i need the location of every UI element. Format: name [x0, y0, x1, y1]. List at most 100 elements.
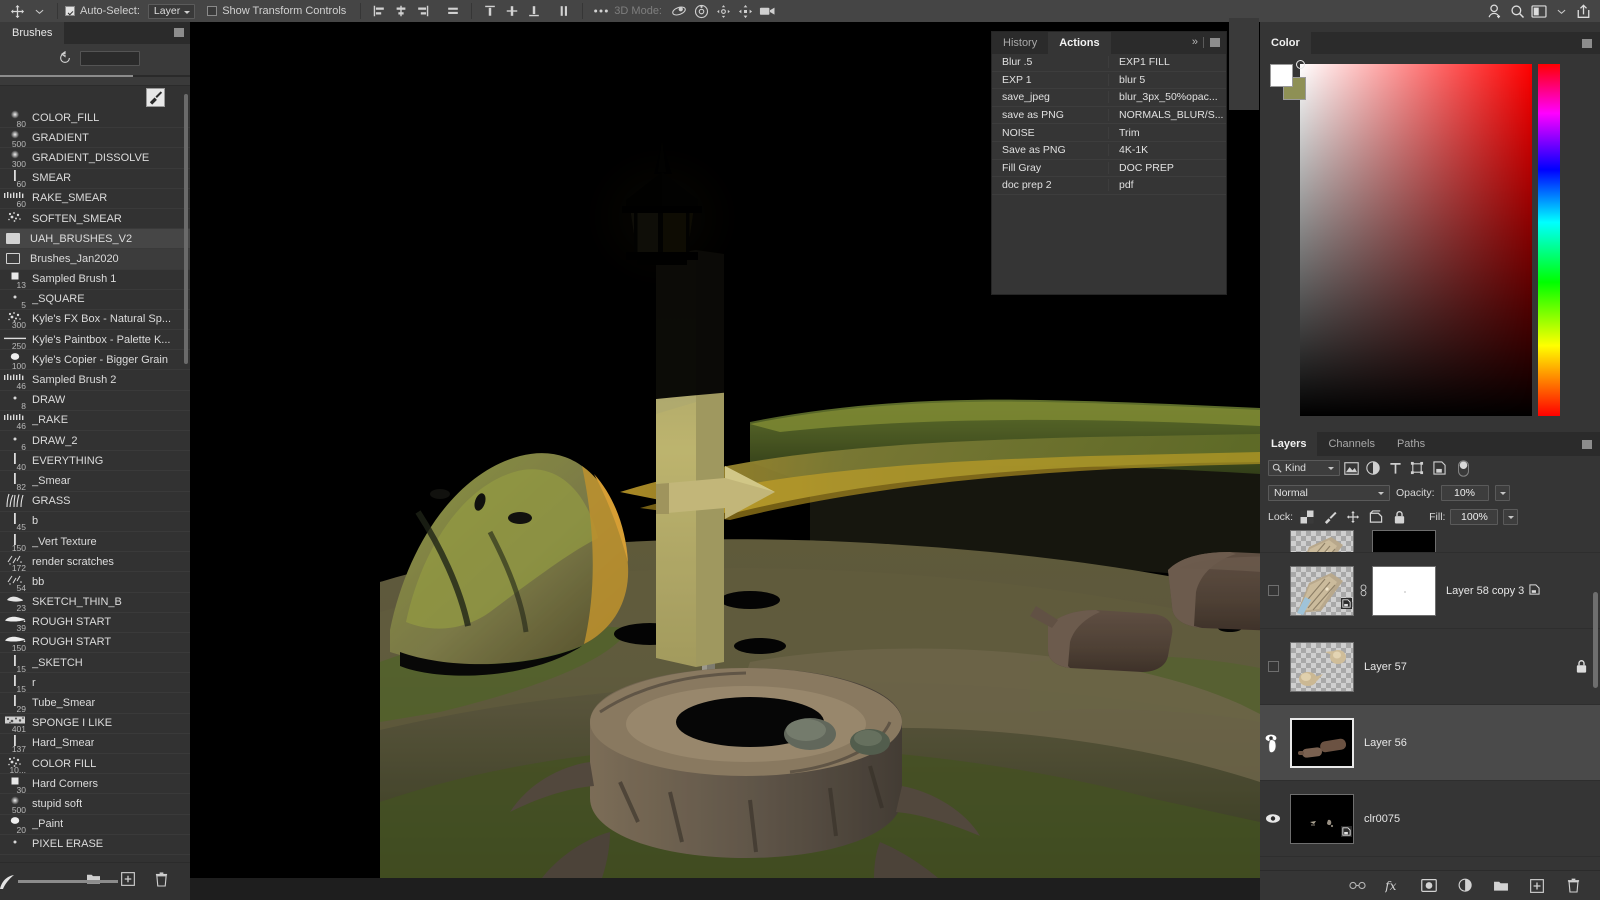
align-horizontal-centers-icon[interactable] — [390, 1, 412, 21]
layer-mask-thumbnail[interactable] — [1372, 530, 1436, 552]
layer-row[interactable] — [1260, 529, 1600, 553]
adjustment-layer-icon[interactable] — [1456, 877, 1474, 895]
brush-size-input[interactable] — [80, 51, 140, 66]
brush-list-item[interactable]: 45b — [0, 512, 190, 532]
action-row[interactable]: doc prep 2pdf — [992, 177, 1226, 195]
panel-menu-icon[interactable] — [1210, 38, 1220, 47]
distribute-vertical-centers-icon[interactable] — [501, 1, 523, 21]
fx-icon[interactable]: fx — [1384, 877, 1402, 895]
tool-preset-chevron-down-icon[interactable] — [28, 1, 50, 21]
tab-actions[interactable]: Actions — [1048, 32, 1110, 54]
brush-list-item[interactable]: 8DRAW — [0, 391, 190, 411]
layer-name[interactable]: Layer 58 copy 3 — [1446, 584, 1540, 598]
brush-list-item[interactable]: PIXEL ERASE — [0, 835, 190, 855]
auto-select-checkbox-box[interactable] — [65, 6, 75, 16]
chevron-down-icon[interactable] — [1550, 1, 1572, 21]
action-row[interactable]: save_jpegblur_3px_50%opac... — [992, 89, 1226, 107]
brush-list-item[interactable]: 150ROUGH START — [0, 633, 190, 653]
add-mask-icon[interactable] — [1420, 877, 1438, 895]
action-row[interactable]: EXP 1blur 5 — [992, 72, 1226, 90]
pan-3d-icon[interactable] — [712, 1, 734, 21]
chevrons-right-icon[interactable]: » — [1192, 36, 1197, 48]
user-add-icon[interactable] — [1484, 1, 1506, 21]
move-tool-icon[interactable] — [6, 1, 28, 21]
filter-adjustment-icon[interactable] — [1362, 458, 1384, 478]
foreground-color-swatch[interactable] — [1270, 64, 1293, 87]
layer-visibility-toggle[interactable] — [1260, 629, 1286, 705]
lock-image-icon[interactable] — [1321, 508, 1339, 526]
brush-list-item[interactable]: 13Sampled Brush 1 — [0, 270, 190, 290]
brush-list-item[interactable]: 29Tube_Smear — [0, 693, 190, 713]
brush-list-item[interactable]: 300Kyle's FX Box - Natural Sp... — [0, 310, 190, 330]
tab-layers[interactable]: Layers — [1260, 432, 1317, 456]
brush-list-item[interactable]: 150_Vert Texture — [0, 532, 190, 552]
delete-brush-icon[interactable] — [155, 872, 168, 892]
layer-visibility-toggle[interactable] — [1260, 529, 1286, 553]
layer-visibility-toggle[interactable] — [1260, 781, 1286, 857]
layer-thumbnail[interactable] — [1290, 718, 1354, 768]
workspace-icon[interactable] — [1528, 1, 1550, 21]
opacity-value[interactable]: 10% — [1441, 485, 1489, 501]
tab-channels[interactable]: Channels — [1317, 432, 1385, 456]
brush-list-item[interactable]: 15_SKETCH — [0, 653, 190, 673]
new-layer-icon[interactable] — [1528, 877, 1546, 895]
fill-stepper[interactable] — [1503, 509, 1518, 525]
filter-pixel-icon[interactable] — [1340, 458, 1362, 478]
layer-row[interactable]: clr0075 — [1260, 781, 1600, 857]
action-row[interactable]: NOISETrim — [992, 124, 1226, 142]
brush-list-item[interactable]: 20_Paint — [0, 815, 190, 835]
lock-transparency-icon[interactable] — [1298, 508, 1316, 526]
slide-3d-icon[interactable] — [734, 1, 756, 21]
layer-mask-thumbnail[interactable] — [1372, 566, 1436, 616]
layer-visibility-toggle[interactable] — [1260, 553, 1286, 629]
camera-3d-icon[interactable] — [756, 1, 778, 21]
brush-list-item[interactable]: 30Hard Corners — [0, 774, 190, 794]
filter-shape-icon[interactable] — [1406, 458, 1428, 478]
link-layers-icon[interactable] — [1348, 877, 1366, 895]
brush-list-item[interactable]: 15r — [0, 673, 190, 693]
actions-list[interactable]: Blur .5EXP1 FILLEXP 1blur 5save_jpegblur… — [992, 54, 1226, 195]
distribute-bottom-icon[interactable] — [523, 1, 545, 21]
reset-icon[interactable] — [58, 51, 72, 70]
brush-preset-icon[interactable] — [146, 88, 165, 107]
brush-list-item[interactable]: 250Kyle's Paintbox - Palette K... — [0, 330, 190, 350]
lock-position-icon[interactable] — [1344, 508, 1362, 526]
brush-list-item[interactable]: 300GRADIENT_DISSOLVE — [0, 148, 190, 168]
tab-color[interactable]: Color — [1260, 32, 1311, 54]
brush-list-item[interactable]: 500stupid soft — [0, 794, 190, 814]
layer-thumbnail[interactable] — [1290, 530, 1354, 552]
tab-paths[interactable]: Paths — [1386, 432, 1436, 456]
layers-list-scrollbar[interactable] — [1593, 592, 1598, 688]
hue-slider[interactable] — [1538, 64, 1560, 416]
auto-select-checkbox[interactable]: Auto-Select: — [65, 5, 140, 17]
brush-list-item[interactable]: 172render scratches — [0, 552, 190, 572]
brush-list-item[interactable]: 60RAKE_SMEAR — [0, 189, 190, 209]
brush-list[interactable]: 80COLOR_FILL500GRADIENT300GRADIENT_DISSO… — [0, 108, 190, 862]
distribute-top-icon[interactable] — [479, 1, 501, 21]
lock-artboard-icon[interactable] — [1367, 508, 1385, 526]
ellipsis-icon[interactable] — [590, 1, 612, 21]
fill-value[interactable]: 100% — [1450, 509, 1498, 525]
layer-row[interactable]: Layer 56 — [1260, 705, 1600, 781]
layers-list[interactable]: Layer 58 copy 3Layer 57Layer 56clr0075 — [1260, 529, 1600, 869]
brush-list-item[interactable]: 80COLOR_FILL — [0, 108, 190, 128]
layer-filter-kind-dropdown[interactable]: Kind — [1268, 460, 1340, 476]
brush-list-item[interactable]: 23SKETCH_THIN_B — [0, 593, 190, 613]
brush-list-item[interactable]: 500GRADIENT — [0, 128, 190, 148]
opacity-stepper[interactable] — [1495, 485, 1510, 501]
align-right-edges-icon[interactable] — [412, 1, 434, 21]
brush-folder-row[interactable]: Brushes_Jan2020 — [0, 249, 190, 269]
brush-list-item[interactable]: 82_Smear — [0, 471, 190, 491]
show-transform-checkbox-box[interactable] — [207, 6, 217, 16]
delete-layer-icon[interactable] — [1564, 877, 1582, 895]
panel-menu-icon[interactable] — [1582, 39, 1592, 48]
action-row[interactable]: save as PNGNORMALS_BLUR/S... — [992, 107, 1226, 125]
filter-type-icon[interactable] — [1384, 458, 1406, 478]
panel-menu-icon[interactable] — [1582, 440, 1592, 449]
layer-row[interactable]: Layer 58 copy 3 — [1260, 553, 1600, 629]
action-row[interactable]: Fill GrayDOC PREP — [992, 160, 1226, 178]
layer-visibility-toggle[interactable] — [1260, 705, 1286, 781]
panel-menu-icon[interactable] — [174, 28, 184, 37]
align-top-edges-icon[interactable] — [442, 1, 464, 21]
brush-list-item[interactable]: 10...COLOR FILL — [0, 754, 190, 774]
